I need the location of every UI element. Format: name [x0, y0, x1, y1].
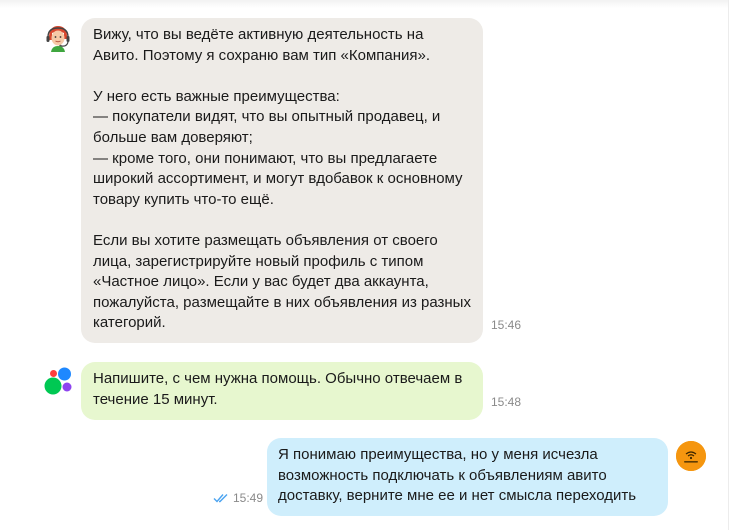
support-agent-icon	[43, 22, 73, 52]
user-avatar[interactable]	[676, 441, 706, 471]
double-check-icon	[213, 494, 228, 503]
message-bubble-user: Я понимаю преимущества, но у меня исчезл…	[267, 438, 668, 516]
scrollbar[interactable]	[728, 0, 750, 530]
avito-logo-icon	[44, 367, 72, 395]
message-bubble-support: Вижу, что вы ведёте активную деятельност…	[81, 18, 521, 343]
top-shadow	[0, 0, 728, 8]
user-avatar-icon	[676, 441, 706, 471]
support-agent-avatar	[43, 22, 73, 52]
message-time: 15:46	[491, 318, 522, 332]
message-time: 15:48	[491, 395, 522, 409]
avito-logo-avatar	[43, 366, 73, 396]
message-text: Вижу, что вы ведёте активную деятельност…	[93, 26, 471, 332]
message-time: 15:49	[233, 491, 264, 505]
message-text: Напишите, с чем нужна помощь. Обычно отв…	[93, 370, 463, 408]
message-text: Я понимаю преимущества, но у меня исчезл…	[278, 446, 637, 505]
scrollbar-track[interactable]	[728, 0, 729, 530]
outgoing-message-meta: 15:49	[213, 490, 263, 506]
message-bubble-bot: Напишите, с чем нужна помощь. Обычно отв…	[81, 362, 521, 420]
